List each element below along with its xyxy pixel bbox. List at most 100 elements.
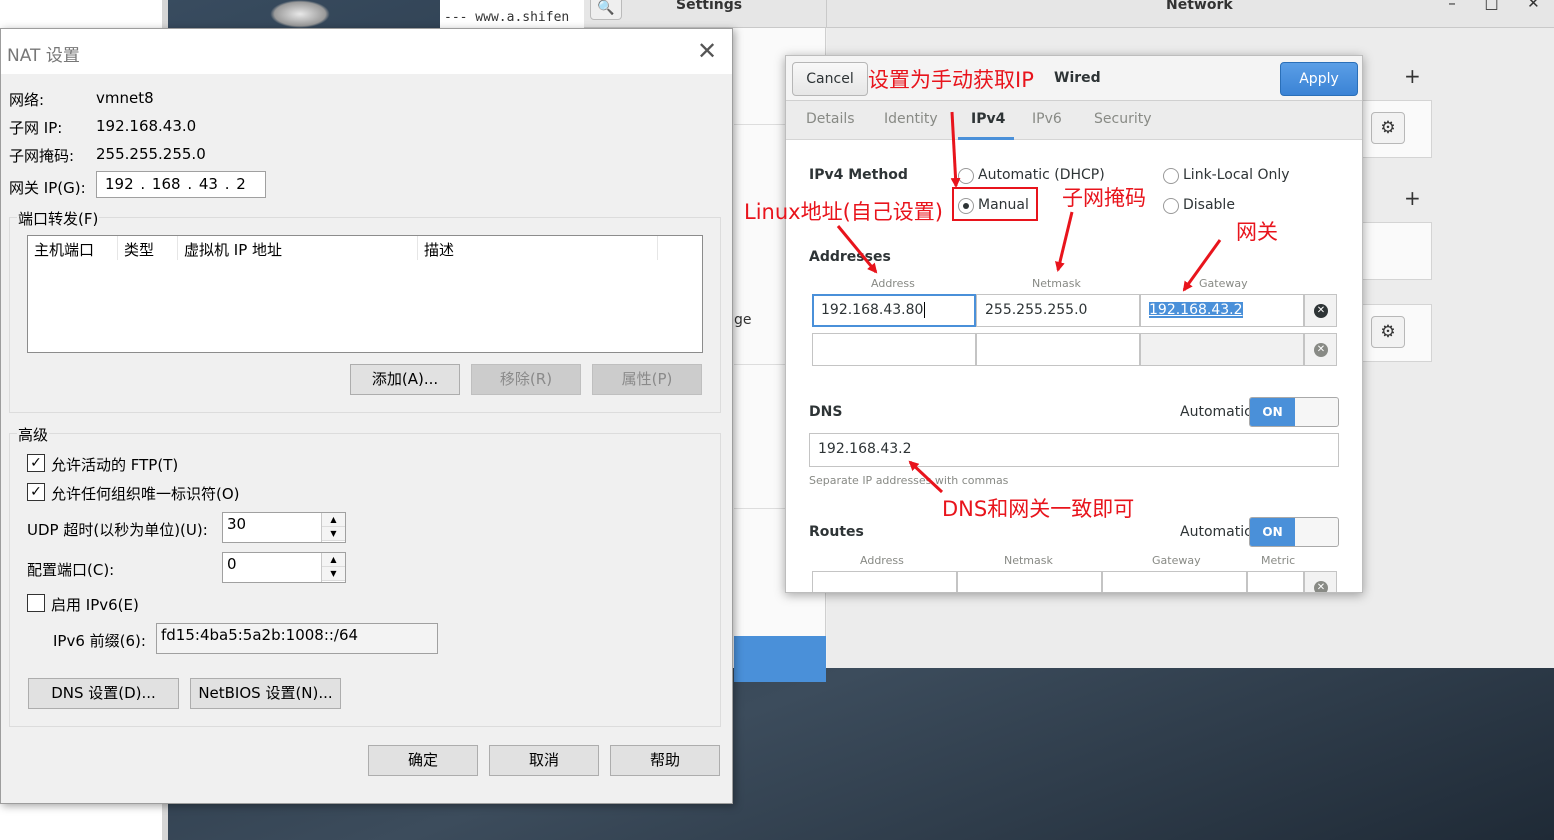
config-port-value: 0	[227, 555, 237, 573]
arrow-up-icon[interactable]: ▲	[322, 553, 345, 567]
address-input[interactable]: 192.168.43.80	[812, 294, 976, 327]
sidebar-item-network-selected[interactable]	[734, 636, 826, 682]
subnet-mask-value: 255.255.255.0	[96, 145, 206, 163]
dialog-title: NAT 设置	[7, 46, 80, 66]
allow-ftp-label: 允许活动的 FTP(T)	[51, 456, 179, 474]
dns-automatic-toggle[interactable]: ON	[1249, 397, 1339, 427]
annotation-manual-ip: 设置为手动获取IP	[868, 68, 1034, 92]
route-address-input[interactable]	[812, 571, 957, 592]
link-local-label: Link-Local Only	[1183, 167, 1290, 183]
gear-icon[interactable]: ⚙	[1371, 316, 1405, 348]
netmask-value: 255.255.255.0	[985, 302, 1088, 318]
properties-button[interactable]: 属性(P)	[592, 364, 702, 395]
automatic-dhcp-label: Automatic (DHCP)	[978, 167, 1105, 183]
tab-identity[interactable]: Identity	[884, 111, 938, 127]
allow-oui-label: 允许任何组织唯一标识符(O)	[51, 485, 240, 503]
cancel-button[interactable]: Cancel	[792, 62, 868, 96]
config-port-label: 配置端口(C):	[27, 561, 115, 579]
udp-timeout-label: UDP 超时(以秒为单位)(U):	[27, 521, 208, 539]
dialog-titlebar: NAT 设置 ✕	[1, 29, 732, 74]
gateway-column-caption: Gateway	[1199, 277, 1248, 290]
tab-ipv6[interactable]: IPv6	[1032, 111, 1062, 127]
column-type[interactable]: 类型	[118, 236, 178, 260]
apply-button[interactable]: Apply	[1280, 62, 1358, 96]
column-vm-ip[interactable]: 虚拟机 IP 地址	[178, 236, 418, 260]
stepper-arrows[interactable]: ▲ ▼	[321, 513, 345, 542]
radio-disable[interactable]	[1163, 198, 1179, 214]
close-icon[interactable]: ✕	[697, 37, 717, 65]
routes-automatic-toggle[interactable]: ON	[1249, 517, 1339, 547]
network-title: Network	[1166, 0, 1233, 13]
netmask-column-caption: Netmask	[1032, 277, 1081, 290]
ipv4-method-label: IPv4 Method	[809, 167, 908, 183]
netbios-settings-button[interactable]: NetBIOS 设置(N)...	[190, 678, 341, 709]
dns-settings-button[interactable]: DNS 设置(D)...	[28, 678, 179, 709]
annotation-gateway: 网关	[1236, 220, 1278, 244]
settings-headerbar: 🔍 Settings Network – □ ✕	[584, 0, 1554, 28]
dns-input[interactable]: 192.168.43.2	[809, 433, 1339, 467]
stepper-arrows[interactable]: ▲ ▼	[321, 553, 345, 582]
add-vpn-button[interactable]: +	[1404, 186, 1421, 210]
address-column-caption: Address	[871, 277, 915, 290]
netmask-input[interactable]: 255.255.255.0	[976, 294, 1140, 327]
network-value: vmnet8	[96, 89, 154, 107]
network-card	[1362, 222, 1432, 280]
close-icon[interactable]: ✕	[1527, 0, 1540, 22]
gear-icon[interactable]: ⚙	[1371, 112, 1405, 144]
address-value: 192.168.43.80	[821, 302, 924, 318]
minimize-icon[interactable]: –	[1448, 0, 1456, 22]
trash-icon	[270, 0, 330, 28]
clear-address-button[interactable]: ✕	[1304, 294, 1337, 327]
toggle-on-label: ON	[1250, 518, 1295, 546]
maximize-icon[interactable]: □	[1484, 0, 1498, 22]
arrow-up-icon[interactable]: ▲	[322, 513, 345, 527]
cancel-button[interactable]: 取消	[489, 745, 599, 776]
column-host-port[interactable]: 主机端口	[28, 236, 118, 260]
add-connection-button[interactable]: +	[1404, 64, 1421, 88]
tab-security[interactable]: Security	[1094, 111, 1152, 127]
dns-automatic-label: Automatic	[1180, 404, 1252, 420]
ok-button[interactable]: 确定	[368, 745, 478, 776]
advanced-label: 高级	[17, 424, 50, 445]
port-forwarding-table[interactable]: 主机端口 类型 虚拟机 IP 地址 描述	[27, 235, 703, 353]
gateway-ip-field[interactable]: 192 . 168 . 43 . 2	[96, 171, 266, 198]
gateway-input-empty[interactable]	[1140, 333, 1304, 366]
radio-automatic-dhcp[interactable]	[958, 168, 974, 184]
allow-oui-checkbox[interactable]: ✓	[27, 483, 45, 501]
radio-link-local-only[interactable]	[1163, 168, 1179, 184]
annotation-subnet-mask: 子网掩码	[1062, 186, 1146, 210]
close-icon: ✕	[1314, 581, 1328, 592]
enable-ipv6-checkbox[interactable]	[27, 594, 45, 612]
tab-details[interactable]: Details	[806, 111, 855, 127]
clear-address-button[interactable]: ✕	[1304, 333, 1337, 366]
sidebar-item-label[interactable]: ge	[734, 312, 752, 328]
address-input-empty[interactable]	[812, 333, 976, 366]
route-gateway-input[interactable]	[1102, 571, 1247, 592]
annotation-linux-address: Linux地址(自己设置)	[744, 200, 943, 224]
ipv6-prefix-field[interactable]: fd15:4ba5:5a2b:1008::/64	[156, 623, 438, 654]
close-icon: ✕	[1314, 343, 1328, 357]
netmask-input-empty[interactable]	[976, 333, 1140, 366]
arrow-down-icon[interactable]: ▼	[322, 527, 345, 541]
tab-ipv4[interactable]: IPv4	[971, 111, 1005, 127]
arrow-down-icon[interactable]: ▼	[322, 567, 345, 581]
udp-timeout-stepper[interactable]: 30 ▲ ▼	[222, 512, 346, 543]
column-description[interactable]: 描述	[418, 236, 658, 260]
allow-ftp-checkbox[interactable]: ✓	[27, 454, 45, 472]
help-button[interactable]: 帮助	[610, 745, 720, 776]
route-metric-input[interactable]	[1247, 571, 1304, 592]
config-port-stepper[interactable]: 0 ▲ ▼	[222, 552, 346, 583]
close-icon: ✕	[1314, 304, 1328, 318]
gateway-input[interactable]: 192.168.43.2	[1140, 294, 1304, 327]
toggle-on-label: ON	[1250, 398, 1295, 426]
subnet-ip-label: 子网 IP:	[9, 119, 63, 137]
route-netmask-input[interactable]	[957, 571, 1102, 592]
search-icon[interactable]: 🔍	[590, 0, 622, 20]
udp-timeout-value: 30	[227, 515, 247, 533]
gateway-ip-label: 网关 IP(G):	[9, 179, 86, 197]
add-button[interactable]: 添加(A)...	[350, 364, 460, 395]
remove-button[interactable]: 移除(R)	[471, 364, 581, 395]
addresses-label: Addresses	[809, 249, 891, 265]
subnet-mask-label: 子网掩码:	[9, 147, 75, 165]
clear-route-button[interactable]: ✕	[1304, 571, 1337, 592]
